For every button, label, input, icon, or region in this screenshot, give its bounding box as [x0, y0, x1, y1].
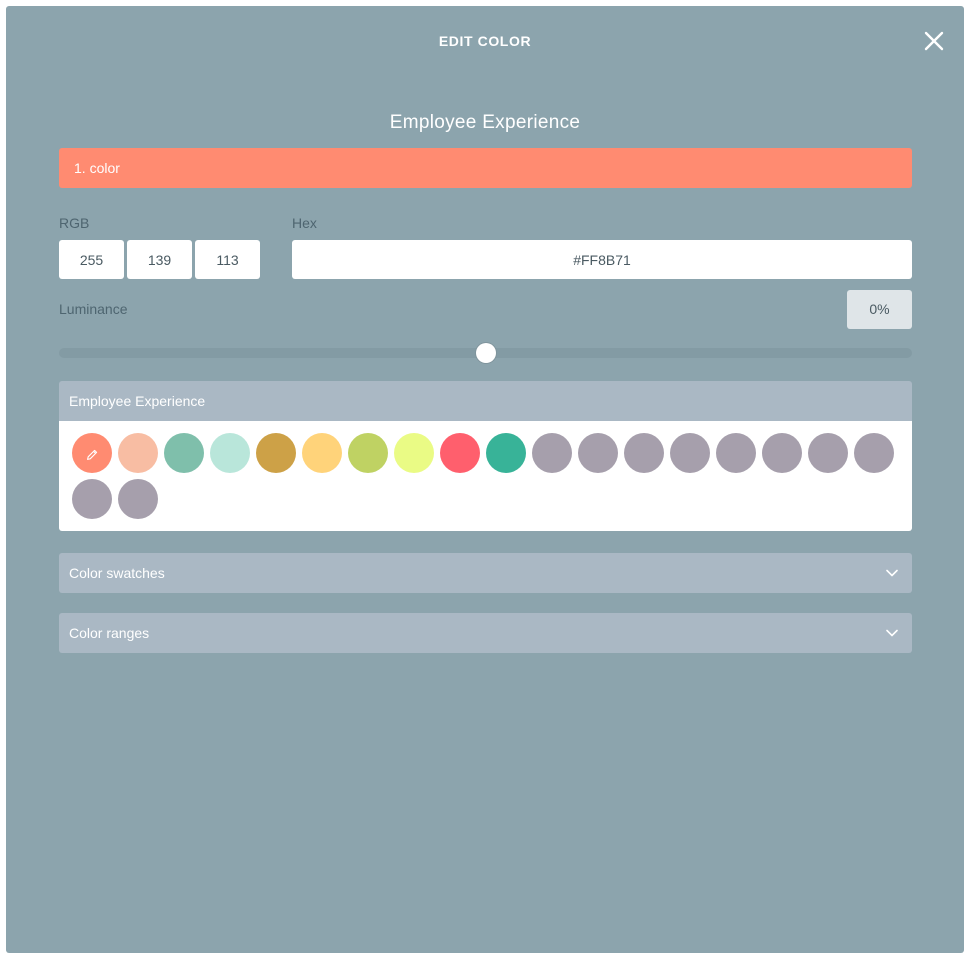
hex-input[interactable]	[292, 240, 912, 279]
editor-content: 1. color RGB Hex Luminance 0% Employee E…	[59, 148, 912, 653]
color-swatches-header[interactable]: Color swatches	[59, 553, 912, 593]
palette-swatch[interactable]	[624, 433, 664, 473]
pencil-icon	[87, 449, 98, 460]
palette-swatch[interactable]	[762, 433, 802, 473]
palette-swatch[interactable]	[164, 433, 204, 473]
color-swatches-title: Color swatches	[69, 565, 165, 581]
palette-swatch[interactable]	[578, 433, 618, 473]
palette-swatch[interactable]	[440, 433, 480, 473]
palette-swatch[interactable]	[348, 433, 388, 473]
color-ranges-panel: Color ranges	[59, 613, 912, 653]
hex-label: Hex	[292, 215, 317, 231]
palette-swatch[interactable]	[716, 433, 756, 473]
color-ranges-title: Color ranges	[69, 625, 150, 641]
palette-panel-title: Employee Experience	[69, 393, 206, 409]
palette-panel-header[interactable]: Employee Experience	[59, 381, 912, 421]
rgb-green-input[interactable]	[127, 240, 192, 279]
palette-swatch[interactable]	[394, 433, 434, 473]
palette-swatch[interactable]	[118, 479, 158, 519]
palette-swatch[interactable]	[532, 433, 572, 473]
palette-swatch[interactable]	[210, 433, 250, 473]
palette-swatch[interactable]	[256, 433, 296, 473]
palette-swatch[interactable]	[72, 479, 112, 519]
palette-swatch[interactable]	[670, 433, 710, 473]
rgb-blue-input[interactable]	[195, 240, 260, 279]
color-ranges-header[interactable]: Color ranges	[59, 613, 912, 653]
chevron-down-icon	[886, 569, 898, 577]
luminance-slider-thumb[interactable]	[475, 343, 496, 363]
palette-swatch[interactable]	[118, 433, 158, 473]
palette-panel: Employee Experience	[59, 381, 912, 531]
palette-swatch[interactable]	[854, 433, 894, 473]
rgb-label: RGB	[59, 215, 90, 231]
modal-title: EDIT COLOR	[438, 33, 532, 49]
rgb-red-input[interactable]	[59, 240, 124, 279]
chevron-down-icon	[886, 629, 898, 637]
close-icon	[924, 31, 944, 51]
palette-name: Employee Experience	[389, 112, 581, 133]
palette-swatch[interactable]	[302, 433, 342, 473]
luminance-label: Luminance	[59, 301, 128, 317]
palette-swatch[interactable]	[808, 433, 848, 473]
color-swatches-panel: Color swatches	[59, 553, 912, 593]
current-color-bar: 1. color	[59, 148, 912, 188]
palette-swatch[interactable]	[486, 433, 526, 473]
close-button[interactable]	[922, 29, 946, 53]
luminance-value[interactable]: 0%	[847, 290, 912, 329]
modal-header: EDIT COLOR	[6, 6, 964, 76]
palette-swatches	[59, 421, 912, 531]
edit-color-modal: EDIT COLOR Employee Experience 1. color …	[6, 6, 964, 953]
palette-swatch[interactable]	[72, 433, 112, 473]
